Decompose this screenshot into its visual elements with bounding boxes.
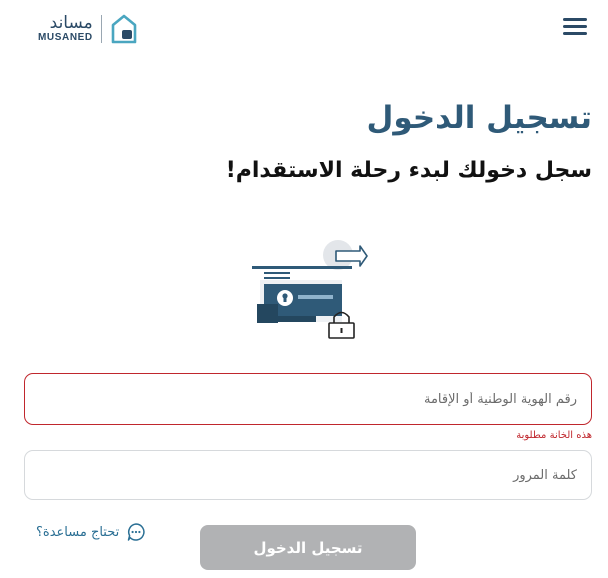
logo-arabic: مساند: [49, 13, 93, 33]
national-id-field[interactable]: [24, 373, 592, 425]
national-id-input[interactable]: [25, 374, 591, 424]
logo-mark-icon: [111, 14, 137, 44]
secure-login-illustration: [252, 240, 368, 339]
logo-divider: [100, 15, 102, 43]
musaned-logo[interactable]: مساند MUSANED: [38, 12, 138, 46]
logo-text: مساند MUSANED: [38, 13, 93, 44]
logo-english: MUSANED: [38, 32, 93, 43]
chat-bubble-icon: [127, 523, 145, 541]
app-header: مساند MUSANED: [0, 0, 608, 58]
help-link-label: تحتاج مساعدة؟: [36, 524, 120, 540]
page-title: تسجيل الدخول: [366, 100, 593, 136]
national-id-error: هذه الخانة مطلوبة: [516, 430, 592, 441]
password-field[interactable]: [24, 450, 592, 500]
page-subtitle: سجل دخولك لبدء رحلة الاستقدام!: [225, 158, 592, 183]
hamburger-menu-icon[interactable]: [563, 16, 589, 38]
password-input[interactable]: [25, 451, 591, 499]
login-button[interactable]: تسجيل الدخول: [200, 525, 416, 570]
help-link[interactable]: تحتاج مساعدة؟: [36, 522, 146, 542]
